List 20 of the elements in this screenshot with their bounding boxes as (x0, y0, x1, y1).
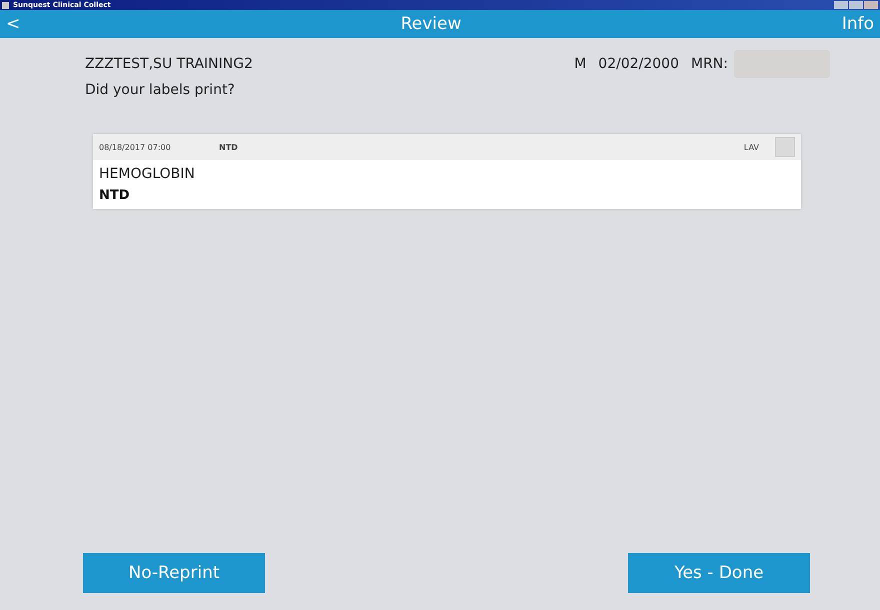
birth-date: 02/02/2000 (598, 56, 679, 72)
info-button[interactable]: Info (836, 14, 880, 34)
order-code: NTD (219, 142, 239, 152)
tube-type: LAV (744, 142, 759, 152)
screen-title: Review (400, 14, 462, 34)
action-button[interactable]: Yes - Done (628, 553, 810, 593)
close-button[interactable] (864, 1, 878, 9)
order-priority: NTD (98, 187, 131, 205)
back-button[interactable]: < (0, 14, 26, 34)
app-icon (2, 2, 9, 8)
test-name: HEMOGLOBIN (98, 165, 196, 184)
maximize-button[interactable] (849, 1, 863, 9)
patient-name: ZZZTEST,SU TRAINING2 (85, 56, 253, 72)
patient-sex: M (574, 56, 586, 72)
collection-time: 08/18/2017 07:00 (99, 142, 172, 152)
mrn-label: MRN: (691, 56, 728, 72)
checkbox[interactable] (775, 137, 795, 157)
minimize-button[interactable] (834, 1, 848, 9)
action-button[interactable]: No-Reprint (83, 553, 265, 593)
prompt-text: Did your labels print? (85, 82, 236, 98)
